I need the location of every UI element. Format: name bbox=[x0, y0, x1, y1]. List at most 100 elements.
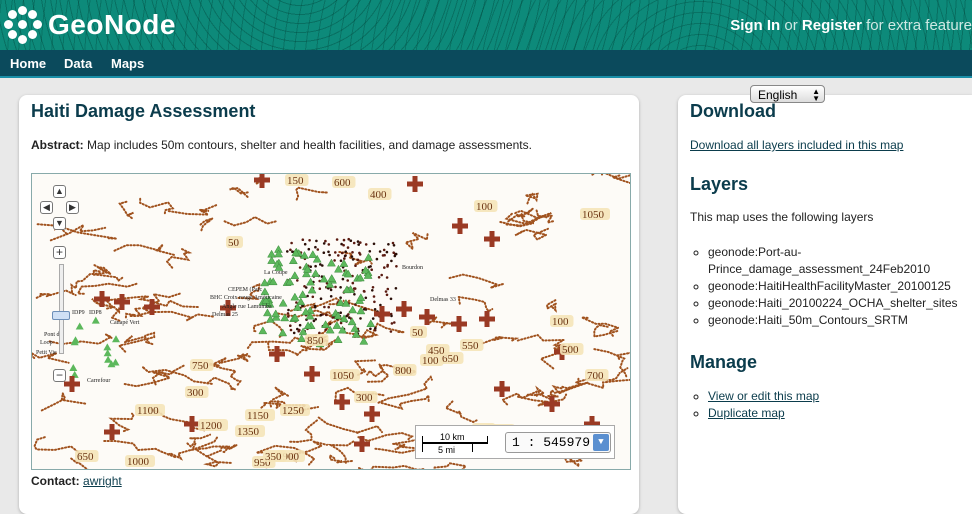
language-select[interactable]: English ▲ ▼ bbox=[750, 85, 825, 103]
pan-up-button[interactable]: ▲ bbox=[53, 185, 66, 198]
zoom-slider-track[interactable] bbox=[59, 264, 64, 354]
damage-point bbox=[371, 289, 374, 292]
place-label: Carrefour bbox=[87, 377, 110, 384]
place-label: CEPEM (Parc bbox=[228, 286, 263, 293]
damage-point bbox=[371, 317, 375, 320]
damage-point bbox=[389, 330, 393, 333]
contour-label: 1050 bbox=[332, 370, 355, 382]
damage-point bbox=[364, 243, 368, 246]
place-label: Petit Vie bbox=[36, 350, 57, 356]
contour-line bbox=[229, 186, 249, 198]
damage-point bbox=[385, 276, 389, 279]
damage-point bbox=[347, 237, 351, 241]
damage-point bbox=[351, 281, 355, 285]
shelter-triangle-icon bbox=[267, 256, 277, 264]
contour-line bbox=[403, 231, 429, 253]
nav-data[interactable]: Data bbox=[64, 56, 92, 71]
damage-point bbox=[343, 257, 346, 260]
damage-point bbox=[341, 277, 345, 281]
damage-point bbox=[385, 250, 389, 254]
damage-point bbox=[340, 251, 344, 255]
pan-down-button[interactable]: ▼ bbox=[53, 217, 66, 230]
place-label: Canapé Vert bbox=[110, 320, 140, 326]
damage-point bbox=[346, 279, 350, 282]
health-facility-cross-icon bbox=[114, 294, 130, 310]
damage-point bbox=[393, 254, 397, 258]
duplicate-map-link[interactable]: Duplicate map bbox=[708, 406, 785, 420]
shelter-triangle-icon bbox=[103, 343, 112, 351]
zoom-in-button[interactable]: + bbox=[53, 246, 66, 259]
contour-label: 650 bbox=[77, 451, 94, 463]
view-edit-map-link[interactable]: View or edit this map bbox=[708, 389, 819, 403]
zoom-out-button[interactable]: − bbox=[53, 369, 66, 382]
damage-point bbox=[286, 250, 289, 253]
damage-point bbox=[375, 257, 379, 261]
shelter-triangle-icon bbox=[356, 293, 366, 301]
damage-point bbox=[339, 259, 343, 262]
map-viewer[interactable]: 150 600 400 1050 100 50 100 50 700 650 100 550 850 45… bbox=[31, 173, 631, 470]
shelter-triangle-icon bbox=[278, 328, 288, 337]
zoom-slider-handle[interactable] bbox=[52, 311, 70, 320]
shelter-triangle-icon bbox=[359, 336, 369, 345]
contour-line bbox=[448, 273, 505, 289]
manage-list: View or edit this map Duplicate map bbox=[708, 388, 966, 422]
health-facility-cross-icon bbox=[479, 311, 495, 327]
chevron-down-icon: ▼ bbox=[593, 434, 609, 451]
damage-point bbox=[339, 286, 342, 289]
scale-select[interactable]: 1 : 545979 ▼ bbox=[505, 432, 611, 453]
nav-maps[interactable]: Maps bbox=[111, 56, 144, 71]
damage-point bbox=[313, 306, 317, 309]
damage-point bbox=[321, 264, 324, 267]
abstract-label: Abstract: bbox=[31, 138, 84, 152]
place-label: IDP8 bbox=[89, 310, 102, 316]
contact-link[interactable]: awright bbox=[83, 474, 122, 488]
manage-heading: Manage bbox=[690, 352, 758, 372]
download-all-link[interactable]: Download all layers included in this map bbox=[690, 138, 903, 152]
damage-point bbox=[392, 251, 396, 254]
damage-point bbox=[354, 264, 357, 267]
damage-point bbox=[384, 290, 388, 293]
place-label: La Coupe bbox=[264, 270, 288, 276]
pan-right-button[interactable]: ▶ bbox=[66, 201, 79, 214]
damage-point bbox=[324, 328, 328, 331]
geonode-logo[interactable]: GeoNode bbox=[4, 6, 176, 44]
damage-point bbox=[385, 293, 389, 297]
health-facility-cross-icon bbox=[64, 376, 80, 392]
shelter-triangle-icon bbox=[298, 290, 308, 298]
health-facility-cross-icon bbox=[374, 306, 390, 322]
contour-label: 150 bbox=[287, 175, 304, 187]
contour-line bbox=[366, 369, 390, 383]
contour-line bbox=[70, 272, 106, 294]
damage-point bbox=[298, 328, 301, 332]
damage-point bbox=[328, 253, 331, 257]
contour-line bbox=[108, 412, 135, 433]
damage-point bbox=[327, 243, 331, 246]
damage-point bbox=[386, 265, 389, 268]
contour-line bbox=[76, 282, 139, 295]
damage-point bbox=[390, 314, 393, 318]
damage-point bbox=[392, 244, 396, 247]
damage-point bbox=[364, 296, 368, 300]
geonode-logo-icon bbox=[4, 6, 42, 44]
damage-point bbox=[380, 273, 384, 277]
damage-point bbox=[373, 300, 376, 304]
damage-point bbox=[353, 293, 356, 296]
place-label: Delmas 33 bbox=[430, 297, 456, 303]
damage-point bbox=[370, 268, 374, 271]
scale-bar: 10 km 5 mi bbox=[422, 432, 488, 455]
damage-point bbox=[383, 266, 386, 269]
contour-line bbox=[199, 217, 213, 233]
pan-left-button[interactable]: ◀ bbox=[40, 201, 53, 214]
shelter-triangle-icon bbox=[327, 273, 337, 282]
damage-point bbox=[357, 243, 361, 246]
shelter-triangle-icon bbox=[290, 271, 300, 279]
register-link[interactable]: Register bbox=[802, 17, 862, 34]
contour-label: 750 bbox=[192, 360, 209, 372]
sign-in-link[interactable]: Sign In bbox=[730, 17, 780, 34]
damage-point bbox=[287, 308, 290, 312]
damage-point bbox=[292, 331, 296, 335]
damage-point bbox=[373, 308, 377, 311]
contour-label: 1200 bbox=[200, 420, 223, 432]
nav-home[interactable]: Home bbox=[10, 56, 46, 71]
damage-point bbox=[339, 311, 343, 314]
